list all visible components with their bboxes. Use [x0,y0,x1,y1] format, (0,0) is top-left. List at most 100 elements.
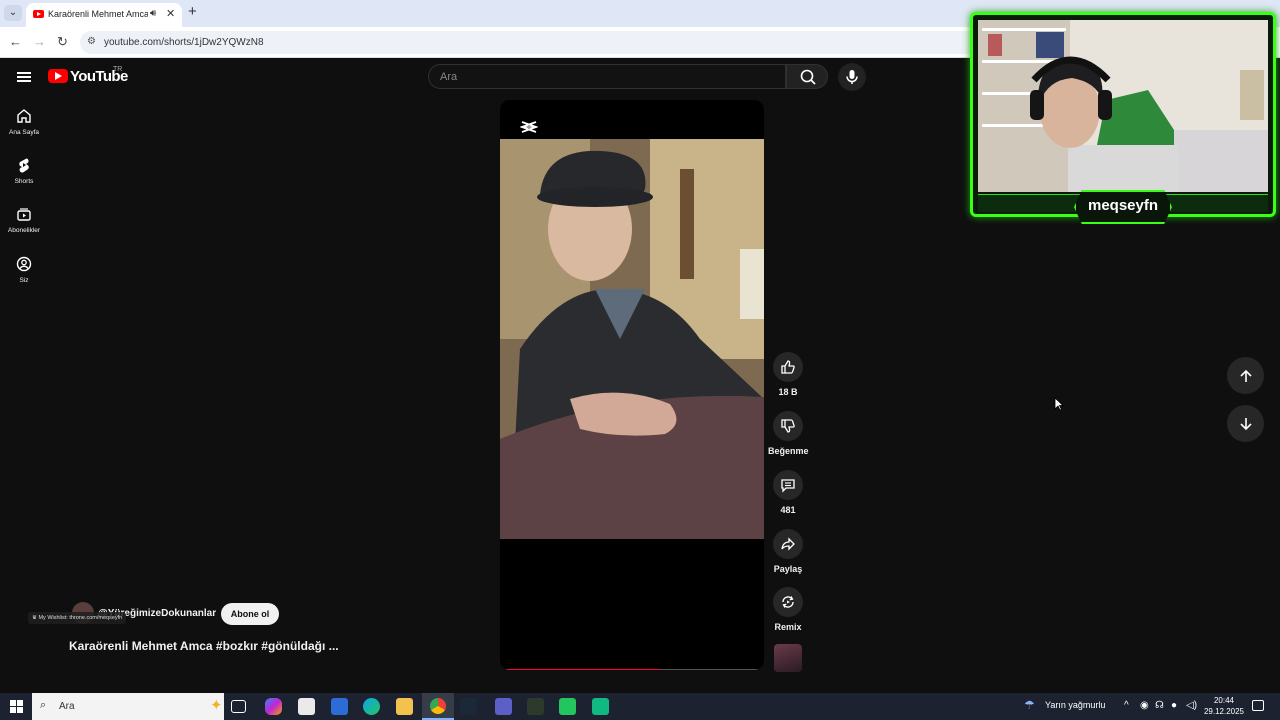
sidebar-item-shorts[interactable]: Shorts [0,157,48,185]
search-highlight-icon[interactable]: ✦ [210,696,223,714]
windows-taskbar: ⌕ Ara ✦ ☂ Yarın yağmurlu ^ ◉ ☊ ● ◁) 20:4… [0,693,1280,720]
youtube-logo-icon[interactable] [48,69,68,83]
remix-button-circle[interactable] [773,587,803,617]
edge-browser-icon[interactable] [363,698,380,715]
steam-icon[interactable] [460,698,477,715]
sidebar-item-label: Siz [19,277,29,284]
clock-date[interactable]: 29.12.2025 [1202,707,1246,716]
share-button[interactable]: Paylaş [768,529,808,574]
forward-arrow-icon[interactable]: → [33,34,46,50]
region-code: TR [113,66,123,73]
webcam-feed [978,20,1268,192]
obs-app-icon[interactable] [527,698,544,715]
sidebar-item-label: Shorts [14,178,34,185]
search-button[interactable] [786,64,828,89]
like-button-circle[interactable] [773,352,803,382]
tab-title: Karaörenli Mehmet Amca # [48,9,148,19]
video-title[interactable]: Karaörenli Mehmet Amca #bozkır #gönüldağ… [69,639,339,653]
like-button[interactable]: 18 B [768,352,808,397]
video-frame[interactable] [500,139,764,539]
windows-start-icon[interactable] [10,700,23,713]
rain-icon[interactable]: ☂ [1024,698,1035,712]
capcut-logo-icon [520,121,538,133]
microsoft-store-icon[interactable] [298,698,315,715]
chrome-taskbar-button[interactable] [422,693,454,720]
wishlist-text: My Wishlist: throne.com/meqseyfn [38,615,123,621]
url-text: youtube.com/shorts/1jDw2YQWzN8 [104,37,264,48]
shorts-icon [19,158,29,173]
sidebar-item-subscriptions[interactable]: Abonelikler [0,206,48,234]
microphone-tray-icon[interactable]: ● [1171,700,1177,711]
search-placeholder: Ara [440,71,458,83]
video-progress-bar[interactable] [506,669,758,670]
comments-button[interactable]: 481 [768,470,808,515]
site-info-icon[interactable]: ⚙ [87,36,96,47]
back-arrow-icon[interactable]: ← [9,34,22,50]
search-icon [800,69,816,85]
video-progress-fill [506,669,660,670]
file-explorer-icon[interactable] [396,698,413,715]
comments-button-circle[interactable] [773,470,803,500]
sidebar-item-label: Abonelikler [7,227,41,234]
microphone-icon [846,70,858,84]
dislike-button-circle[interactable] [773,411,803,441]
remix-icon [782,596,794,608]
sound-thumbnail[interactable] [774,644,802,672]
browser-tab-active[interactable]: Karaörenli Mehmet Amca # 🔊︎ ✕ [26,3,182,27]
chevron-up-icon[interactable]: ^ [1124,700,1129,711]
streamer-name: meqseyfn [1087,197,1159,214]
reload-icon[interactable]: ↻ [57,34,68,50]
sidebar-item-label: Ana Sayfa [9,129,39,136]
menu-icon[interactable] [17,72,31,82]
voice-search-button[interactable] [838,63,866,91]
arrow-up-icon [1239,369,1252,382]
address-bar[interactable]: ⚙ youtube.com/shorts/1jDw2YQWzN8 [80,31,980,54]
new-tab-button[interactable]: + [188,4,197,20]
taskbar-search-input[interactable]: ⌕ Ara ✦ [32,693,224,720]
subscriptions-icon [17,208,31,221]
tray-headset-icon[interactable]: ☊ [1155,700,1164,711]
search-icon: ⌕ [40,699,47,711]
volume-icon[interactable]: ◁) [1186,700,1197,711]
notes-app-icon[interactable] [559,698,576,715]
like-count: 18 B [778,387,798,397]
task-view-icon[interactable] [231,700,246,713]
notification-icon[interactable] [1252,700,1264,711]
tray-app-icon[interactable]: ◉ [1140,700,1149,711]
remix-button[interactable]: Remix [768,587,808,632]
video-scene-image [500,139,764,539]
dislike-button[interactable]: Beğenme [768,411,809,456]
dislike-label: Beğenme [768,446,809,456]
taskbar-search-placeholder: Ara [59,701,75,712]
tab-search-button[interactable]: ⌄ [4,5,22,21]
sidebar-item-you[interactable]: Siz [0,256,48,284]
weather-text[interactable]: Yarın yağmurlu [1045,700,1105,710]
youtube-favicon-icon [33,10,44,18]
share-icon [781,537,795,551]
subscribe-button[interactable]: Abone ol [221,603,279,625]
sidebar-item-home[interactable]: Ana Sayfa [0,108,48,136]
copilot-icon[interactable] [265,698,282,715]
speaker-icon[interactable]: 🔊︎ [150,8,156,19]
arrow-down-icon [1239,417,1252,430]
remix-label: Remix [774,622,802,632]
messaging-app-icon[interactable] [592,698,609,715]
next-short-button[interactable] [1227,405,1264,442]
mail-icon[interactable] [331,698,348,715]
close-icon[interactable]: ✕ [166,7,175,20]
thumbs-down-icon [781,419,795,433]
mouse-cursor-icon [1054,397,1064,411]
comment-icon [781,479,795,493]
wishlist-overlay: ♛ My Wishlist: throne.com/meqseyfn [28,612,127,624]
search-input[interactable]: Ara [428,64,786,89]
comment-count: 481 [780,505,796,515]
chrome-icon [430,698,446,714]
shorts-video-player[interactable] [500,100,764,670]
teams-icon[interactable] [495,698,512,715]
previous-short-button[interactable] [1227,357,1264,394]
home-icon [17,109,31,123]
webcam-scene-image [978,20,1268,192]
share-button-circle[interactable] [773,529,803,559]
user-icon [16,256,32,272]
clock-time[interactable]: 20:44 [1204,696,1244,705]
